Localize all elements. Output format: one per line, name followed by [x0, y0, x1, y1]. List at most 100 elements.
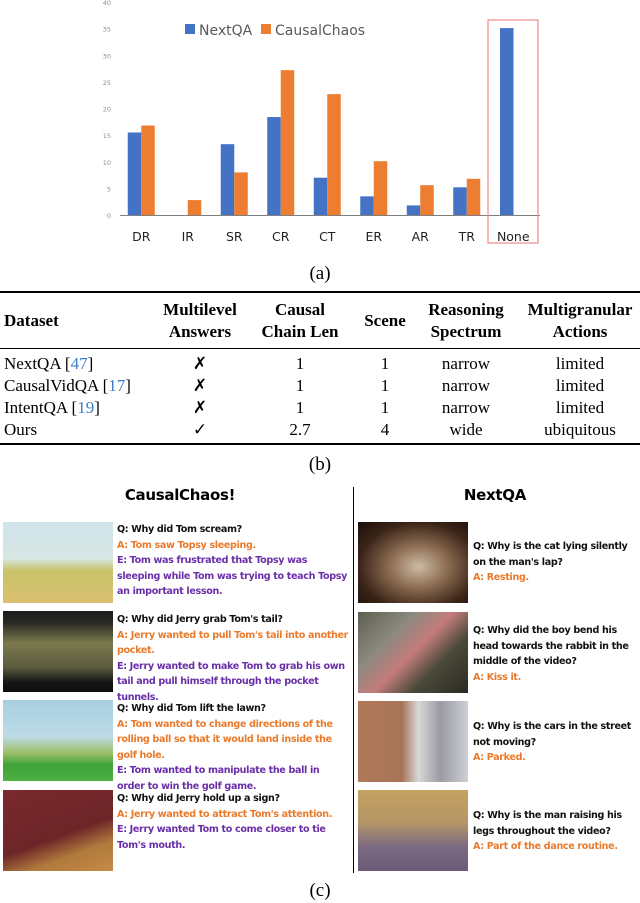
cell-chain-len: 2.7 [289, 420, 311, 439]
cell-dataset: CausalVidQA [17] [4, 375, 131, 397]
dataset-name: CausalVidQA [4, 376, 99, 395]
cell-multilevel: ✗ [192, 398, 208, 418]
answer-text: A: Jerry wanted to pull Tom's tail into … [117, 629, 349, 657]
bar-nextqa-tr [453, 187, 467, 215]
qa-text: Q: Why is the man raising his legs throu… [473, 808, 640, 855]
header-line: Reasoning [428, 300, 504, 319]
bar-causalchaos-cr [280, 70, 295, 215]
cell-actions: limited [555, 398, 605, 417]
citation-link[interactable]: [17] [98, 376, 131, 395]
y-tick-label: 30 [103, 52, 111, 60]
cell-chain-len: 1 [295, 354, 305, 373]
x-tick-label: CR [272, 229, 290, 244]
bar-chart: 0 5 10 15 20 25 30 35 40 DR IR SR CR CT ER AR TR None Ne… [103, 0, 540, 244]
bar-causalchaos-ar [420, 185, 434, 215]
cell-spectrum: narrow [441, 376, 491, 395]
legend-label-causalchaos: CausalChaos [275, 23, 365, 39]
answer-text: A: Resting. [473, 572, 529, 583]
bars [127, 28, 514, 216]
question-text: Q: Why did Jerry grab Tom's tail? [117, 614, 283, 625]
cell-actions: limited [555, 354, 605, 373]
header-line: Actions [552, 322, 608, 341]
cell-multilevel: ✓ [192, 420, 208, 440]
citation-number[interactable]: 19 [77, 398, 94, 417]
cell-scene: 1 [380, 376, 390, 395]
x-tick-label: TR [458, 229, 476, 244]
caption-b: (b) [308, 454, 332, 475]
header-line: Scene [364, 311, 406, 330]
cell-multilevel: ✗ [192, 354, 208, 374]
citation-link[interactable]: [47] [61, 354, 93, 373]
bar-causalchaos-sr [234, 172, 248, 215]
header-actions: Multigranular Actions [520, 299, 640, 343]
header-line: Multilevel [163, 300, 237, 319]
table-mid-rule [0, 348, 640, 349]
y-tick-label: 40 [103, 0, 111, 7]
bar-causalchaos-er [373, 161, 388, 215]
citation-number[interactable]: 17 [108, 376, 125, 395]
cell-actions: ubiquitous [544, 420, 616, 439]
question-text: Q: Why is the man raising his legs throu… [473, 810, 622, 837]
bar-nextqa-ct [313, 177, 328, 215]
header-spectrum: Reasoning Spectrum [416, 299, 516, 343]
qa-text: Q: Why did Tom scream? A: Tom saw Topsy s… [117, 522, 349, 600]
bar-nextqa-er [360, 196, 374, 215]
header-dataset: Dataset [4, 310, 59, 332]
citation-number[interactable]: 47 [71, 354, 88, 373]
header-line: Causal [274, 300, 326, 319]
y-tick-label: 10 [103, 159, 111, 167]
question-text: Q: Why did Tom scream? [117, 524, 242, 535]
x-tick-label: IR [182, 229, 195, 244]
qa-text: Q: Why is the cars in the street not mov… [473, 719, 640, 766]
y-tick-label: 25 [103, 79, 111, 87]
bar-causalchaos-dr [141, 125, 155, 215]
question-text: Q: Why is the cars in the street not mov… [473, 721, 632, 748]
bar-causalchaos-tr [466, 178, 481, 215]
y-tick-label: 5 [107, 185, 111, 193]
answer-text: A: Jerry wanted to attract Tom's attenti… [117, 808, 333, 820]
cell-actions: limited [555, 376, 605, 395]
x-tick-label: CT [319, 229, 336, 244]
cell-dataset: IntentQA [19] [4, 397, 100, 419]
bar-nextqa-none [500, 28, 514, 216]
explanation-text: E: Jerry wanted to make Tom to grab his … [117, 660, 345, 703]
legend-swatch-causalchaos [261, 24, 271, 34]
dataset-name: Ours [4, 420, 38, 439]
legend: NextQA CausalChaos [185, 23, 365, 39]
cell-dataset: NextQA [47] [4, 353, 93, 375]
qa-text: Q: Why is the cat lying silently on the … [473, 539, 640, 586]
header-scene: Scene [350, 310, 420, 332]
cell-chain-len: 1 [295, 398, 305, 417]
explanation-text: E: Tom wanted to manipulate the ball in … [117, 765, 320, 792]
answer-text: A: Part of the dance routine. [473, 841, 618, 852]
x-tick-label: SR [226, 229, 243, 244]
dataset-name: NextQA [4, 354, 61, 373]
y-tick-label: 35 [103, 26, 111, 34]
caption-c: (c) [309, 880, 331, 901]
video-thumbnail-boy-with-rabbit [358, 612, 468, 693]
bar-causalchaos-ir [187, 200, 202, 215]
question-text: Q: Why is the cat lying silently on the … [473, 541, 628, 568]
video-thumbnail-tom-at-chalkboard [3, 522, 113, 603]
legend-swatch-nextqa [185, 24, 195, 34]
y-tick-label: 15 [103, 132, 111, 140]
bar-nextqa-sr [220, 144, 235, 215]
x-tick-label: ER [365, 229, 382, 244]
x-tick-label: DR [132, 229, 151, 244]
x-axis-labels: DR IR SR CR CT ER AR TR None [132, 229, 530, 244]
answer-text: A: Parked. [473, 752, 526, 763]
header-chain-len: Causal Chain Len [250, 299, 350, 343]
header-line: Answers [168, 322, 232, 341]
bar-causalchaos-ct [327, 94, 341, 215]
citation-link[interactable]: [19] [67, 398, 100, 417]
header-line: Chain Len [261, 322, 339, 341]
video-thumbnail-tom-golf-lawn [3, 700, 113, 781]
cell-spectrum: wide [449, 420, 483, 439]
qa-text: Q: Why did the boy bend his head towards… [473, 623, 640, 685]
qa-text: Q: Why did Jerry hold up a sign? A: Jerry… [117, 791, 349, 853]
cell-dataset: Ours [4, 419, 37, 441]
answer-text: A: Kiss it. [473, 671, 521, 683]
explanation-text: E: Tom was frustrated that Topsy was sle… [117, 555, 348, 597]
video-thumbnail-street-cars [358, 701, 468, 782]
qa-text: Q: Why did Jerry grab Tom's tail? A: Jerr… [117, 612, 349, 705]
